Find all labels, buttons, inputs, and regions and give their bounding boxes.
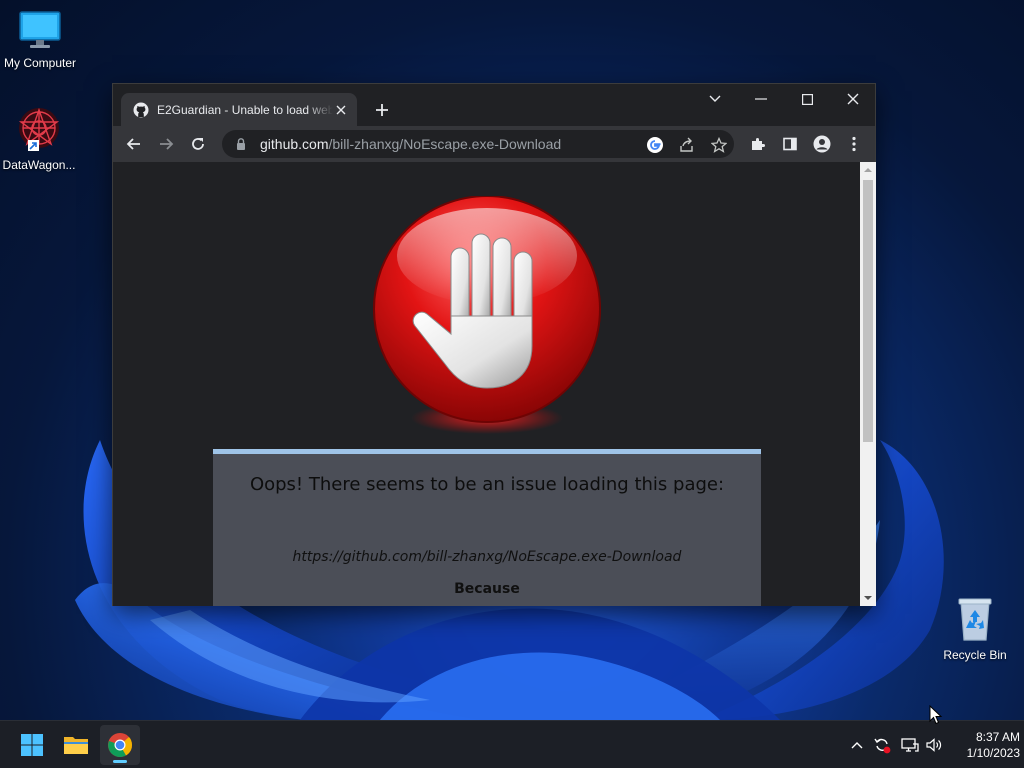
desktop-icon-label: DataWagon... — [2, 158, 76, 172]
arrow-left-icon — [126, 138, 140, 150]
avatar-icon — [813, 135, 831, 153]
show-hidden-icons-button[interactable] — [848, 721, 866, 768]
reload-icon — [192, 138, 204, 150]
new-tab-button[interactable] — [371, 99, 393, 121]
reload-button[interactable] — [186, 132, 210, 156]
file-explorer-button[interactable] — [56, 725, 96, 765]
network-button[interactable] — [899, 721, 921, 768]
clock-date: 1/10/2023 — [966, 746, 1020, 760]
share-icon — [680, 137, 693, 152]
monitor-icon — [19, 11, 61, 48]
lock-icon — [237, 138, 245, 150]
scroll-down-icon[interactable] — [864, 594, 872, 602]
tab-strip: E2Guardian - Unable to load webpage — [113, 84, 875, 126]
desktop-icon-recycle-bin[interactable]: Recycle Bin — [935, 596, 1015, 662]
browser-window: E2Guardian - Unable to load webpage — [112, 83, 876, 606]
arrow-right-icon — [160, 138, 174, 150]
scroll-up-icon[interactable] — [864, 166, 872, 174]
desktop-icon-label: My Computer — [3, 56, 77, 70]
mouse-cursor-icon — [929, 705, 943, 725]
tab-title: E2Guardian - Unable to load webpage — [157, 102, 333, 117]
address-bar[interactable]: github.com/bill-zhanxg/NoEscape.exe-Down… — [222, 130, 734, 158]
desktop-icon-label: Recycle Bin — [943, 648, 1007, 662]
clock-time: 8:37 AM — [975, 730, 1020, 744]
profile-button[interactable] — [810, 132, 834, 156]
maximize-button[interactable] — [784, 84, 830, 114]
windows-start-icon — [21, 734, 43, 756]
google-icon — [647, 137, 663, 153]
recycle-bin-icon — [958, 598, 992, 641]
more-vert-icon — [852, 136, 856, 152]
stop-hand-icon — [373, 196, 601, 434]
star-icon — [711, 137, 727, 153]
side-panel-button[interactable] — [778, 132, 802, 156]
network-icon — [901, 738, 919, 752]
address-path: /bill-zhanxg/NoEscape.exe-Download — [328, 136, 562, 152]
desktop-icon-datawagon[interactable]: DataWagon... — [0, 106, 79, 172]
active-indicator — [113, 760, 127, 763]
taskbar: 8:37 AM 1/10/2023 — [0, 720, 1024, 768]
blocked-url: https://github.com/bill-zhanxg/NoEscape.… — [292, 549, 682, 565]
share-button[interactable] — [678, 136, 696, 154]
volume-button[interactable] — [923, 721, 945, 768]
address-host: github.com — [260, 136, 329, 152]
folder-icon — [64, 737, 88, 754]
side-panel-icon — [783, 137, 797, 151]
plus-icon — [376, 104, 388, 116]
error-panel: Oops! There seems to be an issue loading… — [213, 449, 761, 606]
vertical-scrollbar[interactable] — [860, 162, 876, 606]
back-button[interactable] — [122, 132, 146, 156]
minimize-icon — [755, 98, 767, 100]
minimize-button[interactable] — [738, 84, 784, 114]
clock[interactable]: 8:37 AM 1/10/2023 — [950, 729, 1020, 761]
maximize-icon — [801, 93, 813, 105]
sync-error-icon — [874, 738, 891, 754]
error-heading: Oops! There seems to be an issue loading… — [249, 474, 725, 495]
sync-status-button[interactable] — [871, 721, 893, 768]
datawagon-shortcut-icon — [18, 107, 60, 151]
google-lens-button[interactable] — [646, 136, 664, 154]
address-url: github.com/bill-zhanxg/NoEscape.exe-Down… — [260, 136, 561, 152]
close-icon — [847, 93, 859, 105]
chevron-down-icon — [709, 95, 721, 102]
reason-label: Because — [454, 581, 520, 597]
menu-button[interactable] — [842, 132, 866, 156]
extensions-button[interactable] — [746, 132, 770, 156]
close-window-button[interactable] — [830, 84, 876, 114]
chrome-taskbar-button[interactable] — [100, 725, 140, 765]
chevron-up-icon — [851, 742, 863, 749]
bookmark-button[interactable] — [710, 136, 728, 154]
chrome-icon — [108, 733, 133, 758]
github-icon — [133, 102, 149, 117]
page-content: Oops! There seems to be an issue loading… — [113, 162, 860, 606]
tab-active[interactable]: E2Guardian - Unable to load webpage — [121, 93, 357, 126]
browser-toolbar: github.com/bill-zhanxg/NoEscape.exe-Down… — [113, 126, 875, 162]
start-button[interactable] — [12, 725, 52, 765]
forward-button[interactable] — [154, 132, 178, 156]
puzzle-icon — [752, 138, 765, 150]
tab-search-button[interactable] — [692, 84, 738, 114]
scrollbar-thumb[interactable] — [863, 180, 873, 442]
desktop-icon-my-computer[interactable]: My Computer — [0, 10, 80, 70]
tab-close-icon[interactable] — [333, 102, 349, 118]
speaker-icon — [926, 738, 942, 752]
